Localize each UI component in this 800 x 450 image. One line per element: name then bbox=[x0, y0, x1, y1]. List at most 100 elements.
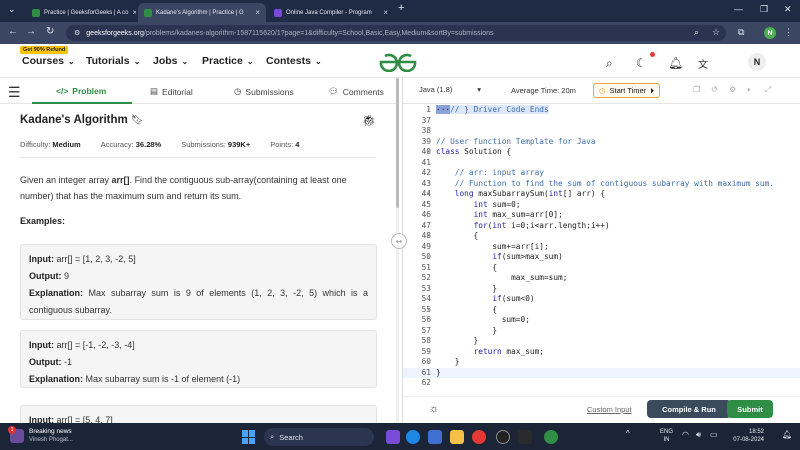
tray-overflow-icon[interactable]: ^ bbox=[626, 429, 630, 438]
fullscreen-icon[interactable]: ⤢ bbox=[765, 85, 771, 95]
menu-practice[interactable]: Practice ⌄ bbox=[202, 55, 254, 67]
browser-menu-icon[interactable]: ⋮ bbox=[784, 27, 793, 38]
fold-arrow-icon[interactable]: ▾ bbox=[427, 191, 430, 197]
fold-arrow-icon[interactable]: ▾ bbox=[427, 107, 430, 113]
menu-courses[interactable]: Courses ⌄ bbox=[22, 55, 75, 67]
compile-run-button[interactable]: Compile & Run bbox=[647, 400, 731, 418]
zoom-icon[interactable]: ⌕ bbox=[694, 27, 699, 38]
example-output: -1 bbox=[64, 357, 73, 367]
theme-icon[interactable]: ◐ bbox=[747, 85, 752, 94]
chrome-profile-icon[interactable] bbox=[544, 430, 558, 444]
start-timer-button[interactable]: ◷ Start Timer ⏵ bbox=[593, 83, 660, 98]
fold-arrow-icon[interactable]: ▾ bbox=[427, 233, 430, 239]
tab-editorial[interactable]: ▤ Editorial bbox=[150, 86, 193, 97]
copy-icon[interactable]: ❐ bbox=[693, 85, 700, 94]
line-number: 37 bbox=[421, 115, 431, 125]
search-icon[interactable]: ⌕ bbox=[606, 56, 613, 71]
notifications-icon[interactable]: 🔔︎ bbox=[782, 430, 792, 439]
bookmark-star-icon[interactable]: ☆ bbox=[712, 27, 720, 38]
tab-title: Online Java Compiler - Program bbox=[286, 9, 372, 16]
browser-profile-avatar[interactable]: N bbox=[764, 27, 776, 39]
line-number: 61 bbox=[421, 367, 431, 377]
back-icon[interactable]: ← bbox=[8, 26, 18, 37]
custom-input-link[interactable]: Custom Input bbox=[587, 405, 632, 414]
extensions-icon[interactable]: ⧉ bbox=[738, 27, 744, 38]
dark-mode-icon[interactable]: ☾ bbox=[636, 56, 647, 70]
code-line: sum+=arr[i]; bbox=[436, 241, 549, 251]
battery-icon[interactable]: ▭ bbox=[710, 430, 718, 439]
close-window-icon[interactable]: ✕ bbox=[784, 4, 792, 15]
language-select[interactable]: Java (1.8) ▾ bbox=[419, 85, 481, 94]
task-view-icon[interactable] bbox=[386, 430, 400, 444]
reload-icon[interactable]: ↻ bbox=[46, 26, 54, 37]
tab-problem[interactable]: </> Problem bbox=[56, 86, 106, 96]
code-line: } bbox=[436, 357, 460, 366]
browser-tab-practice[interactable]: Practice | GeeksforGeeks | A co × bbox=[26, 3, 136, 22]
browser-tab-kadane[interactable]: Kadane's Algorithm | Practice | G × bbox=[138, 3, 266, 22]
example-input: arr[] = [1, 2, 3, -2, 5] bbox=[56, 254, 136, 264]
fold-arrow-icon[interactable]: ▾ bbox=[427, 307, 430, 313]
user-avatar[interactable]: N bbox=[748, 53, 766, 71]
code-line: for(int i=0;i<arr.length;i++) bbox=[473, 220, 610, 230]
menu-contests[interactable]: Contests ⌄ bbox=[266, 55, 322, 67]
example-box-2: Input: arr[] = [-1, -2, -3, -4] Output: … bbox=[20, 330, 377, 388]
submit-button[interactable]: Submit bbox=[727, 400, 773, 418]
accuracy: Accuracy: 36.28% bbox=[100, 140, 162, 149]
fold-arrow-icon[interactable]: ▾ bbox=[427, 265, 430, 271]
new-tab-button[interactable]: + bbox=[398, 2, 404, 14]
tab-search-icon[interactable]: ⌄ bbox=[8, 4, 16, 15]
store-icon[interactable] bbox=[428, 430, 442, 444]
chevron-down-icon: ⌄ bbox=[246, 56, 254, 66]
app-icon[interactable] bbox=[518, 430, 532, 444]
folded-region-marker[interactable]: ··· bbox=[436, 105, 451, 114]
tab-submissions[interactable]: ◷ Submissions bbox=[234, 86, 294, 97]
line-number: 41 bbox=[421, 157, 431, 167]
browser-tab-java-compiler[interactable]: Online Java Compiler - Program × bbox=[268, 3, 394, 22]
close-tab-icon[interactable]: × bbox=[383, 8, 388, 17]
clock[interactable]: 18:52 07-08-2024 bbox=[726, 428, 764, 444]
bookmark-icon[interactable]: 🔖︎ bbox=[131, 115, 144, 126]
taskbar-search-input[interactable]: ⌕ Search bbox=[264, 428, 374, 446]
dell-icon[interactable] bbox=[496, 430, 510, 444]
volume-icon[interactable]: 🔊︎ bbox=[696, 430, 701, 440]
url-input[interactable]: ⚙ geeksforgeeks.org/problems/kadanes-alg… bbox=[66, 25, 726, 41]
notification-bell-icon[interactable]: 🔔︎ bbox=[668, 56, 683, 70]
tab-comments[interactable]: 💬︎ Comments bbox=[328, 86, 384, 97]
chrome-icon[interactable] bbox=[472, 430, 486, 444]
code-line: } bbox=[436, 367, 441, 377]
panel-resize-handle-icon[interactable]: ⇿ bbox=[391, 233, 407, 249]
code-editor[interactable]: 1 ▾ ···// } Driver Code Ends 37 38 39// User … bbox=[403, 105, 800, 389]
menu-jobs[interactable]: Jobs ⌄ bbox=[153, 55, 188, 67]
problem-scrollbar-thumb[interactable] bbox=[396, 78, 399, 208]
language-indicator[interactable]: ENG IN bbox=[660, 428, 673, 444]
line-number: 62 bbox=[421, 378, 431, 387]
menu-tutorials[interactable]: Tutorials ⌄ bbox=[86, 55, 140, 67]
report-bug-icon[interactable]: 🐞︎ bbox=[362, 114, 376, 127]
browser-tab-bar: ⌄ Practice | GeeksforGeeks | A co × Kada… bbox=[0, 0, 800, 22]
news-widget[interactable]: 1 Breaking news Vinesh Phogat... bbox=[8, 426, 73, 444]
active-tab-indicator bbox=[32, 102, 132, 104]
refund-badge[interactable]: Get 90% Refund bbox=[20, 46, 69, 54]
windows-start-icon[interactable] bbox=[242, 430, 256, 444]
gfg-logo-icon[interactable] bbox=[378, 52, 418, 72]
wifi-icon[interactable]: ◠ bbox=[682, 430, 689, 439]
close-tab-icon[interactable]: × bbox=[255, 8, 260, 17]
site-info-icon[interactable]: ⚙ bbox=[74, 29, 80, 37]
reset-icon[interactable]: ↺ bbox=[711, 85, 718, 94]
tab-label: Editorial bbox=[162, 86, 193, 97]
line-number: 57 bbox=[421, 325, 431, 335]
theme-toggle-icon[interactable]: ☼ bbox=[429, 403, 439, 415]
code-line: } bbox=[436, 283, 498, 293]
settings-icon[interactable]: ⚙ bbox=[729, 85, 736, 94]
forward-icon[interactable]: → bbox=[26, 26, 36, 37]
translate-icon[interactable]: 文 bbox=[698, 56, 708, 71]
maximize-icon[interactable]: ❐ bbox=[760, 4, 768, 15]
minimize-icon[interactable]: — bbox=[734, 4, 743, 14]
close-tab-icon[interactable]: × bbox=[133, 8, 137, 17]
file-explorer-icon[interactable] bbox=[450, 430, 464, 444]
hamburger-menu-icon[interactable]: ☰ bbox=[8, 84, 21, 101]
edge-icon[interactable] bbox=[406, 430, 420, 444]
code-line: // arr: input array bbox=[436, 168, 544, 177]
fold-arrow-icon[interactable]: ▾ bbox=[427, 149, 430, 155]
url-host: geeksforgeeks.org bbox=[86, 29, 144, 37]
